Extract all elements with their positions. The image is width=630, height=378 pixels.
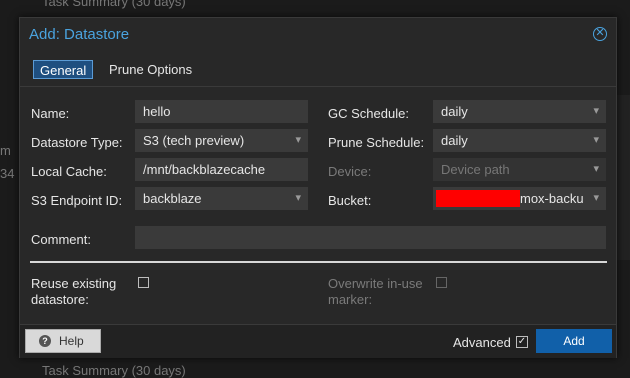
comment-label: Comment: <box>31 232 91 247</box>
redaction-box <box>436 190 520 207</box>
name-value: hello <box>143 104 171 119</box>
overwrite-marker-label-line: marker: <box>328 292 373 307</box>
add-datastore-dialog: Add: Datastore ✕ General Prune Options N… <box>19 17 617 358</box>
chevron-down-icon[interactable]: ▾ <box>295 129 301 152</box>
datastore-type-label: Datastore Type: <box>31 135 123 150</box>
chevron-down-icon[interactable]: ▾ <box>593 187 599 210</box>
prune-schedule-label: Prune Schedule: <box>328 135 425 150</box>
chevron-down-icon: ▾ <box>593 163 599 175</box>
device-placeholder: Device path <box>441 162 510 177</box>
tab-general[interactable]: General <box>33 60 94 79</box>
advanced-checkbox[interactable]: ✓ <box>516 336 528 348</box>
gc-schedule-select[interactable]: daily ▾ <box>433 100 606 123</box>
local-cache-input[interactable]: /mnt/backblazecache <box>135 158 308 181</box>
overwrite-marker-label: Overwrite in-use marker: <box>328 276 423 308</box>
comment-input[interactable] <box>135 226 606 249</box>
reuse-datastore-label-line: Reuse existing <box>31 276 117 291</box>
s3-endpoint-value: backblaze <box>143 191 202 206</box>
bucket-value: mox-backu <box>520 191 584 206</box>
bucket-select[interactable]: mox-backu ▾ <box>433 187 606 210</box>
reuse-datastore-label: Reuse existing datastore: <box>31 276 116 308</box>
device-select: Device path ▾ <box>433 158 606 181</box>
background-text-fragment: m <box>0 143 11 158</box>
chevron-down-icon[interactable]: ▾ <box>593 100 599 123</box>
prune-schedule-value: daily <box>441 133 468 148</box>
prune-schedule-select[interactable]: daily ▾ <box>433 129 606 152</box>
reuse-datastore-label-line: datastore: <box>31 292 89 307</box>
help-button-label: Help <box>59 334 84 348</box>
overwrite-marker-checkbox <box>436 277 447 288</box>
chevron-down-icon[interactable]: ▾ <box>295 187 301 210</box>
reuse-datastore-checkbox[interactable] <box>138 277 149 288</box>
gc-schedule-value: daily <box>441 104 468 119</box>
background-task-summary-bottom: Task Summary (30 days) <box>42 363 186 378</box>
local-cache-label: Local Cache: <box>31 164 107 179</box>
section-divider <box>30 261 607 263</box>
advanced-label: Advanced <box>453 335 511 350</box>
dialog-title: Add: Datastore <box>29 26 130 43</box>
dialog-header: Add: Datastore ✕ <box>20 18 616 51</box>
bucket-label: Bucket: <box>328 193 372 208</box>
datastore-type-value: S3 (tech preview) <box>143 133 245 148</box>
device-label: Device: <box>328 164 372 179</box>
name-input[interactable]: hello <box>135 100 308 123</box>
close-icon[interactable]: ✕ <box>593 27 607 41</box>
tab-prune-options[interactable]: Prune Options <box>103 60 198 79</box>
background-text-fragment: 34 <box>0 166 15 181</box>
datastore-type-select[interactable]: S3 (tech preview) ▾ <box>135 129 308 152</box>
tab-bar: General Prune Options <box>20 51 616 87</box>
question-circle-icon: ? <box>39 335 51 347</box>
local-cache-value: /mnt/backblazecache <box>143 162 266 177</box>
add-button[interactable]: Add <box>536 329 612 353</box>
s3-endpoint-select[interactable]: backblaze ▾ <box>135 187 308 210</box>
gc-schedule-label: GC Schedule: <box>328 106 409 121</box>
s3-endpoint-label: S3 Endpoint ID: <box>31 193 123 208</box>
background-task-summary-top: Task Summary (30 days) <box>42 0 186 9</box>
overwrite-marker-label-line: Overwrite in-use <box>328 276 423 291</box>
help-button[interactable]: ? Help <box>25 329 101 353</box>
name-label: Name: <box>31 106 70 121</box>
chevron-down-icon[interactable]: ▾ <box>593 129 599 152</box>
dialog-footer: ? Help Advanced ✓ Add <box>20 324 616 358</box>
